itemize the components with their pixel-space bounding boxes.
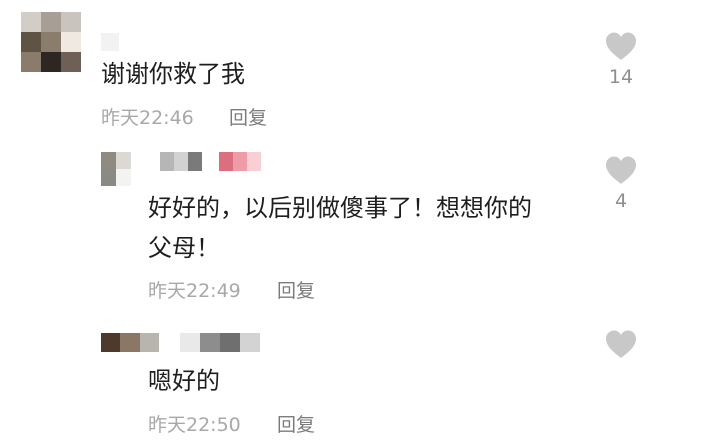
comment-time: 昨天22:50 [148,414,241,436]
comment-time: 昨天22:49 [148,280,241,302]
comment-text: 谢谢你救了我 [101,60,245,88]
username[interactable] [160,152,202,171]
username-tag [219,152,261,171]
username[interactable] [101,33,119,51]
heart-icon[interactable] [604,31,638,61]
like-count: 4 [614,190,628,212]
avatar[interactable] [21,12,81,72]
comment-time: 昨天22:46 [101,107,194,129]
reply-button[interactable]: 回复 [277,276,315,303]
reply-button[interactable]: 回复 [229,103,267,130]
reply-button[interactable]: 回复 [277,410,315,437]
heart-icon[interactable] [604,329,638,359]
avatar[interactable] [101,333,159,352]
heart-icon[interactable] [604,155,638,185]
username[interactable] [180,333,260,352]
avatar[interactable] [101,152,131,186]
comment-text: 好好的，以后别做傻事了！想想你的 [148,194,532,222]
comment-text: 嗯好的 [148,367,220,395]
comment-text-line2: 父母！ [148,234,220,262]
like-count: 14 [608,66,634,88]
